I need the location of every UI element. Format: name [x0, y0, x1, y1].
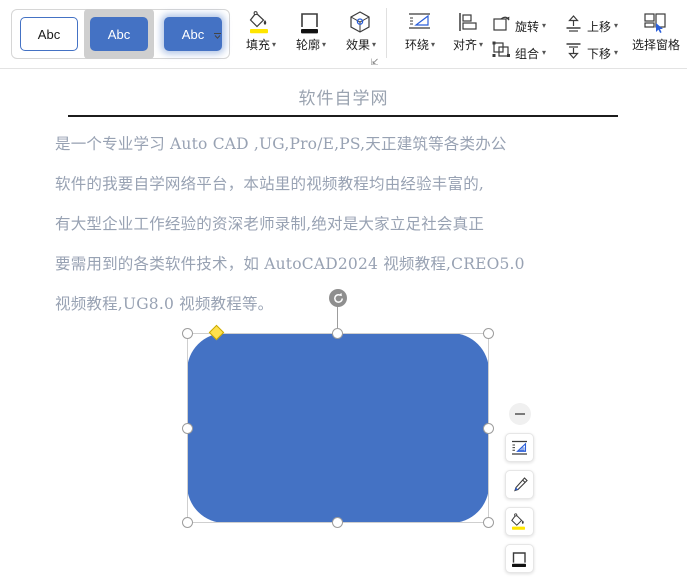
bring-forward-label: 上移	[587, 19, 612, 34]
effects-button[interactable]: 效果 ▾	[337, 9, 385, 53]
resize-handle-top-right[interactable]	[483, 328, 494, 339]
caret-down-icon[interactable]: ▾	[542, 22, 546, 30]
caret-down-icon[interactable]: ▾	[431, 40, 435, 49]
rotate-handle[interactable]	[329, 289, 347, 307]
bring-forward-icon	[564, 14, 584, 38]
body-line-4: 要需用到的各类软件技术，如 AutoCAD2024 视频教程,CREO5.0	[55, 255, 525, 273]
caret-down-icon[interactable]: ▾	[614, 49, 618, 57]
text-wrap-icon	[406, 9, 434, 36]
resize-handle-bottom-center[interactable]	[332, 517, 343, 528]
caret-down-icon[interactable]: ▾	[372, 40, 376, 49]
text-wrap-label: 环绕	[404, 38, 429, 52]
resize-handle-top-left[interactable]	[182, 328, 193, 339]
fill-button[interactable]: 填充 ▾	[237, 9, 285, 53]
group-button[interactable]: 组合 ▾	[492, 41, 546, 65]
resize-handle-top-center[interactable]	[332, 328, 343, 339]
body-line-3: 有大型企业工作经验的资深老师录制,绝对是大家立足社会真正	[55, 215, 485, 233]
align-button[interactable]: 对齐 ▾	[444, 9, 492, 53]
ribbon-separator	[386, 8, 387, 58]
dialog-launcher-icon[interactable]: ⇲	[371, 57, 379, 68]
outline-button[interactable]: 轮廓 ▾	[287, 9, 335, 53]
collapse-toolbar-button[interactable]	[508, 403, 531, 425]
title-divider	[68, 115, 618, 117]
send-backward-icon	[564, 41, 584, 65]
rotate-button[interactable]: 旋转 ▾	[492, 14, 546, 38]
bring-forward-button[interactable]: 上移 ▾	[564, 14, 618, 38]
shape-outline-button[interactable]	[505, 544, 534, 573]
resize-handle-bottom-left[interactable]	[182, 517, 193, 528]
rotate-icon	[492, 14, 512, 38]
caret-down-icon[interactable]: ▾	[322, 40, 326, 49]
resize-handle-middle-left[interactable]	[182, 423, 193, 434]
shape-outline-icon	[298, 9, 324, 36]
cube-effects-icon	[348, 9, 374, 36]
rounded-rectangle-shape[interactable]	[187, 333, 489, 523]
caret-down-icon[interactable]: ▾	[614, 22, 618, 30]
rotate-label: 旋转	[515, 19, 540, 34]
align-icon	[455, 9, 481, 36]
page-title: 软件自学网	[298, 89, 389, 109]
caret-down-icon[interactable]: ▾	[272, 40, 276, 49]
fill-bucket-icon	[248, 9, 274, 36]
ribbon-toolbar: Abc Abc Abc 填充 ▾ 轮廓 ▾ 效果 ▾ 环绕 ▾ 对齐 ▾ 旋转 …	[0, 0, 687, 69]
body-line-1: 是一个专业学习 Auto CAD ,UG,Pro/E,PS,天正建筑等各类办公	[55, 135, 507, 153]
selection-pane-icon	[642, 9, 670, 36]
chevron-down-icon[interactable]	[210, 27, 224, 43]
group-icon	[492, 41, 512, 65]
fill-label: 填充	[245, 38, 270, 52]
resize-handle-middle-right[interactable]	[483, 423, 494, 434]
shape-style-button[interactable]	[505, 470, 534, 499]
gallery-style-2-wrapper: Abc	[84, 9, 154, 59]
send-backward-label: 下移	[587, 46, 612, 61]
outline-label: 轮廓	[295, 38, 320, 52]
gallery-style-1[interactable]: Abc	[20, 17, 78, 51]
shape-styles-gallery[interactable]: Abc Abc Abc	[11, 9, 230, 59]
resize-handle-bottom-right[interactable]	[483, 517, 494, 528]
group-label: 组合	[515, 46, 540, 61]
text-wrap-button[interactable]: 环绕 ▾	[396, 9, 444, 53]
selected-shape-container[interactable]	[182, 289, 494, 528]
caret-down-icon[interactable]: ▾	[542, 49, 546, 57]
rotate-handle-stem	[337, 306, 339, 328]
shape-fill-button[interactable]	[505, 507, 534, 536]
minus-icon	[514, 413, 525, 415]
selection-pane-label: 选择窗格	[631, 38, 680, 52]
selection-pane-button[interactable]: 选择窗格	[627, 9, 685, 53]
caret-down-icon[interactable]: ▾	[479, 40, 483, 49]
body-line-2: 软件的我要自学网络平台，本站里的视频教程均由经验丰富的,	[55, 175, 485, 193]
gallery-style-2[interactable]: Abc	[90, 17, 148, 51]
send-backward-button[interactable]: 下移 ▾	[564, 41, 618, 65]
align-label: 对齐	[452, 38, 477, 52]
document-page: 软件自学网 是一个专业学习 Auto CAD ,UG,Pro/E,PS,天正建筑…	[0, 70, 687, 573]
floating-mini-toolbar[interactable]	[505, 403, 534, 581]
layout-options-button[interactable]	[505, 433, 534, 462]
effects-label: 效果	[345, 38, 370, 52]
